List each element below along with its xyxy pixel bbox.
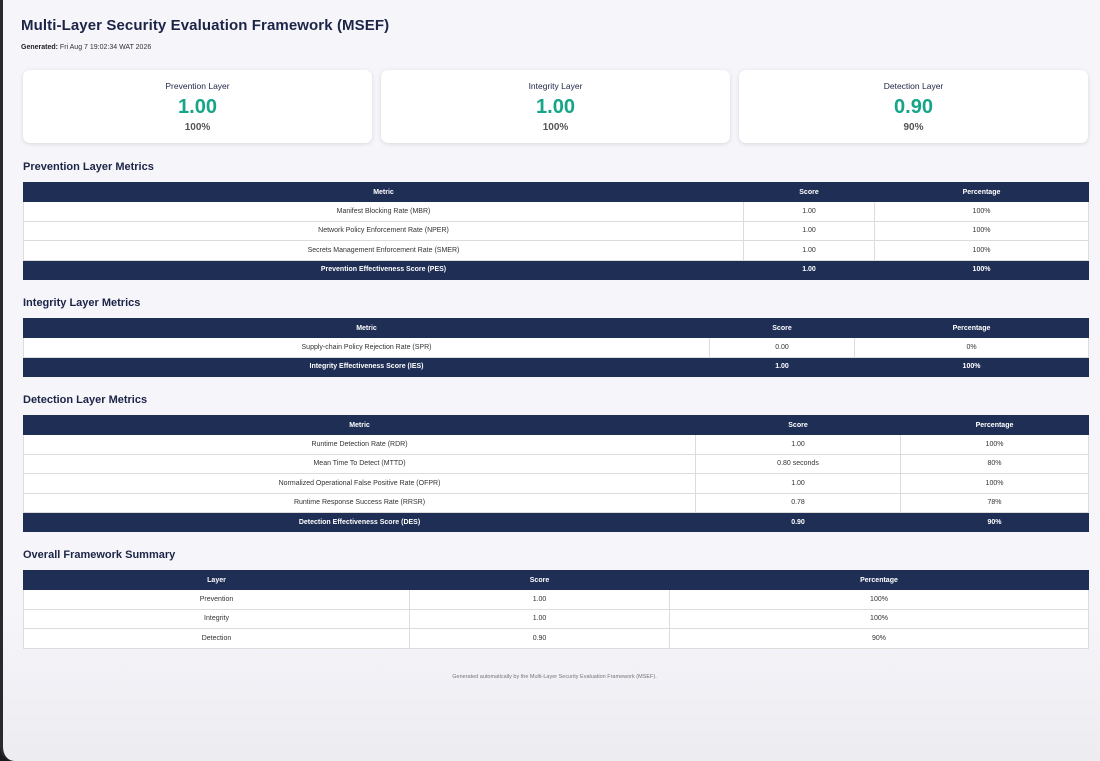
score-cell: 1.00 (743, 201, 875, 222)
percent-cell: 90% (669, 628, 1089, 649)
card-score: 1.00 (536, 96, 575, 118)
generated-timestamp: Fri Aug 7 19:02:34 WAT 2026 (59, 44, 152, 51)
table-header-row: Metric Score Percentage (23, 415, 1089, 435)
table-header-row: Metric Score Percentage (23, 318, 1089, 338)
metric-cell: Network Policy Enforcement Rate (NPER) (23, 220, 744, 241)
percent-cell: 100% (900, 434, 1089, 455)
total-row: Prevention Effectiveness Score (PES) 1.0… (23, 259, 1089, 280)
table-row: Supply-chain Policy Rejection Rate (SPR)… (23, 337, 1089, 358)
page-title: Multi-Layer Security Evaluation Framewor… (21, 17, 390, 34)
metric-cell: Runtime Detection Rate (RDR) (23, 434, 696, 455)
column-header: Metric (23, 415, 696, 435)
table-header-row: Layer Score Percentage (23, 570, 1089, 590)
column-header: Score (709, 318, 855, 338)
metric-cell: Runtime Response Success Rate (RRSR) (23, 492, 696, 513)
total-row: Integrity Effectiveness Score (IES) 1.00… (23, 356, 1089, 377)
generated-line: Generated: Fri Aug 7 19:02:34 WAT 2026 (21, 44, 151, 51)
percent-cell: 100% (900, 473, 1089, 494)
table-row: Prevention 1.00 100% (23, 589, 1089, 610)
summary-table: Layer Score Percentage Prevention 1.00 1… (23, 570, 1089, 649)
table-row: Runtime Response Success Rate (RRSR) 0.7… (23, 492, 1089, 513)
table-row: Manifest Blocking Rate (MBR) 1.00 100% (23, 201, 1089, 222)
card-integrity: Integrity Layer 1.00 100% (381, 70, 730, 143)
layer-cell: Prevention (23, 589, 410, 610)
score-cell: 1.00 (695, 473, 901, 494)
integrity-metrics-table: Metric Score Percentage Supply-chain Pol… (23, 318, 1089, 377)
card-percent: 90% (903, 122, 924, 133)
detection-metrics-table: Metric Score Percentage Runtime Detectio… (23, 415, 1089, 532)
percent-cell: 100% (874, 220, 1089, 241)
score-cell: 0.78 (695, 492, 901, 513)
total-percent: 100% (854, 356, 1089, 377)
card-title: Detection Layer (883, 81, 944, 91)
table-header-row: Metric Score Percentage (23, 182, 1089, 202)
percent-cell: 78% (900, 492, 1089, 513)
column-header: Score (695, 415, 901, 435)
score-cell: 0.90 (409, 628, 670, 649)
percent-cell: 100% (874, 240, 1089, 261)
column-header: Score (743, 182, 875, 202)
column-header: Percentage (900, 415, 1089, 435)
section-title-prevention: Prevention Layer Metrics (23, 161, 154, 173)
column-header: Percentage (874, 182, 1089, 202)
table-row: Normalized Operational False Positive Ra… (23, 473, 1089, 494)
layer-cell: Detection (23, 628, 410, 649)
score-cell: 1.00 (409, 608, 670, 629)
metric-cell: Supply-chain Policy Rejection Rate (SPR) (23, 337, 710, 358)
percent-cell: 100% (669, 608, 1089, 629)
column-header: Score (409, 570, 670, 590)
percent-cell: 100% (874, 201, 1089, 222)
card-prevention: Prevention Layer 1.00 100% (23, 70, 372, 143)
layer-cell: Integrity (23, 608, 410, 629)
table-row: Secrets Management Enforcement Rate (SME… (23, 240, 1089, 261)
total-label: Detection Effectiveness Score (DES) (23, 512, 696, 532)
table-row: Network Policy Enforcement Rate (NPER) 1… (23, 220, 1089, 241)
column-header: Layer (23, 570, 410, 590)
column-header: Percentage (854, 318, 1089, 338)
score-cell: 1.00 (743, 220, 875, 241)
metric-cell: Manifest Blocking Rate (MBR) (23, 201, 744, 222)
card-detection: Detection Layer 0.90 90% (739, 70, 1088, 143)
column-header: Percentage (669, 570, 1089, 590)
score-cell: 1.00 (409, 589, 670, 610)
percent-cell: 100% (669, 589, 1089, 610)
total-label: Integrity Effectiveness Score (IES) (23, 356, 710, 377)
layer-cards: Prevention Layer 1.00 100% Integrity Lay… (23, 70, 1088, 143)
card-title: Integrity Layer (528, 81, 583, 91)
column-header: Metric (23, 318, 710, 338)
metric-cell: Secrets Management Enforcement Rate (SME… (23, 240, 744, 261)
percent-cell: 80% (900, 453, 1089, 474)
section-title-detection: Detection Layer Metrics (23, 394, 148, 406)
total-score: 1.00 (743, 259, 875, 280)
card-title: Prevention Layer (165, 81, 230, 91)
metric-cell: Mean Time To Detect (MTTD) (23, 453, 696, 474)
table-row: Integrity 1.00 100% (23, 608, 1089, 629)
footer-note: Generated automatically by the Multi-Lay… (452, 674, 657, 680)
prevention-metrics-table: Metric Score Percentage Manifest Blockin… (23, 182, 1089, 280)
section-title-summary: Overall Framework Summary (23, 549, 176, 561)
metric-cell: Normalized Operational False Positive Ra… (23, 473, 696, 494)
score-cell: 0.00 (709, 337, 855, 358)
score-cell: 1.00 (695, 434, 901, 455)
section-title-integrity: Integrity Layer Metrics (23, 297, 141, 309)
generated-label: Generated: (21, 44, 58, 51)
card-percent: 100% (184, 122, 211, 133)
column-header: Metric (23, 182, 744, 202)
card-percent: 100% (542, 122, 569, 133)
table-row: Detection 0.90 90% (23, 628, 1089, 649)
table-row: Runtime Detection Rate (RDR) 1.00 100% (23, 434, 1089, 455)
browser-window: Multi-Layer Security Evaluation Framewor… (0, 0, 1100, 761)
score-cell: 1.00 (743, 240, 875, 261)
percent-cell: 0% (854, 337, 1089, 358)
total-score: 1.00 (709, 356, 855, 377)
total-score: 0.90 (695, 512, 901, 532)
score-cell: 0.80 seconds (695, 453, 901, 474)
total-row: Detection Effectiveness Score (DES) 0.90… (23, 512, 1089, 532)
total-label: Prevention Effectiveness Score (PES) (23, 259, 744, 280)
total-percent: 90% (900, 512, 1089, 532)
card-score: 0.90 (894, 96, 933, 118)
card-score: 1.00 (178, 96, 217, 118)
table-row: Mean Time To Detect (MTTD) 0.80 seconds … (23, 453, 1089, 474)
total-percent: 100% (874, 259, 1089, 280)
